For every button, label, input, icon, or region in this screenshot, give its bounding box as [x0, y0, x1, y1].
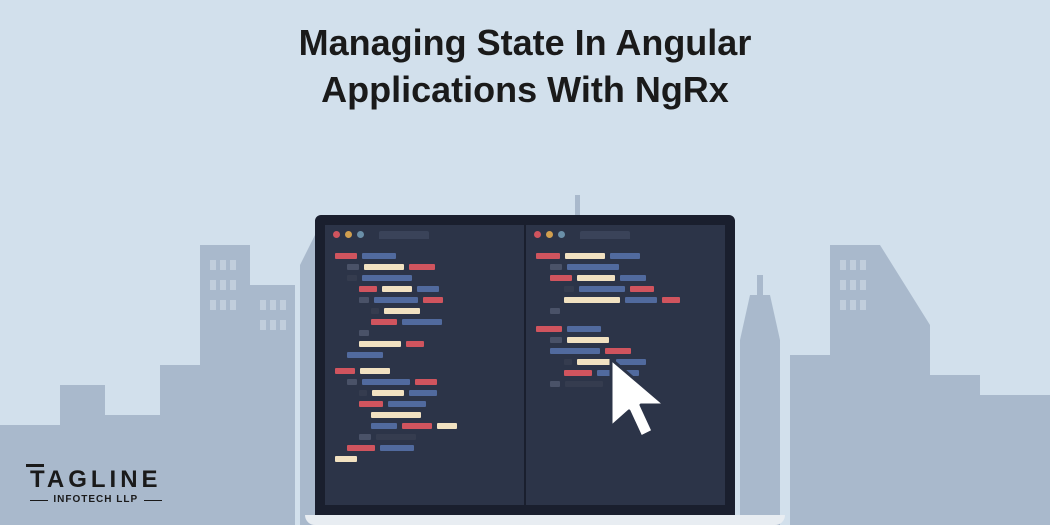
cursor-icon: [607, 355, 675, 445]
close-dot-icon: [534, 231, 541, 238]
window-controls: [534, 231, 630, 239]
tab-icon: [580, 231, 630, 239]
code-content: [335, 253, 514, 462]
laptop-screen: [315, 215, 735, 515]
max-dot-icon: [558, 231, 565, 238]
max-dot-icon: [357, 231, 364, 238]
tab-icon: [379, 231, 429, 239]
title-line-1: Managing State In Angular: [0, 20, 1050, 67]
title-line-2: Applications With NgRx: [0, 67, 1050, 114]
close-dot-icon: [333, 231, 340, 238]
brand-logo: TAGLINE INFOTECH LLP: [30, 466, 162, 505]
min-dot-icon: [546, 231, 553, 238]
laptop-base: [305, 515, 785, 525]
window-controls: [333, 231, 429, 239]
logo-main-text: TAGLINE: [30, 466, 162, 494]
min-dot-icon: [345, 231, 352, 238]
logo-sub-text: INFOTECH LLP: [30, 494, 162, 505]
laptop-illustration: [305, 215, 745, 525]
page-title: Managing State In Angular Applications W…: [0, 20, 1050, 114]
editor-pane-left: [325, 225, 526, 505]
